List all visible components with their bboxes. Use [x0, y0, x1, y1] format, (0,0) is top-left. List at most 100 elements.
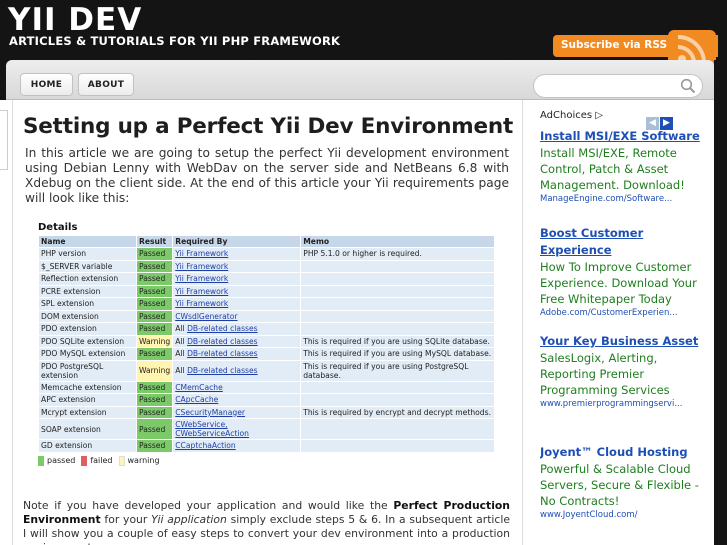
ad-url[interactable]: Adobe.com/CustomerExperien...	[540, 307, 712, 319]
cell-memo	[300, 297, 495, 311]
cell-required-by: Yii Framework	[172, 259, 302, 273]
site-tagline: ARTICLES & TUTORIALS FOR YII PHP FRAMEWO…	[9, 34, 341, 48]
ad-url[interactable]: www.premierprogrammingservi...	[540, 398, 712, 410]
rss-label: Subscribe via RSS	[561, 39, 668, 51]
cell-required-by: All DB-related classes	[172, 359, 302, 382]
legend-swatch-passed	[38, 455, 44, 466]
legend-label-failed: failed	[90, 456, 113, 465]
required-by-link[interactable]: CWebService, CWebServiceAction	[175, 420, 249, 438]
cell-required-by: CWebService, CWebServiceAction	[172, 418, 302, 440]
cell-result: Passed	[135, 272, 174, 286]
column-header-name: Name	[38, 235, 137, 248]
cell-required-by: All DB-related classes	[172, 347, 302, 361]
table-row: PDO PostgreSQL extension Warning All DB-re…	[38, 359, 495, 382]
cell-memo	[300, 259, 495, 273]
ad-title[interactable]: Your Key Business Asset	[540, 333, 712, 350]
ad-item[interactable]: Boost Customer Experience How To Improve…	[540, 225, 712, 331]
cell-result: Passed	[135, 418, 174, 440]
cell-name: SPL extension	[38, 297, 137, 311]
cell-result: Passed	[135, 259, 174, 273]
required-by-link[interactable]: DB-related classes	[187, 337, 258, 346]
requirements-table-body: PHP version Passed Yii Framework PHP 5.1.0 …	[38, 247, 495, 453]
cell-memo	[300, 272, 495, 286]
cell-name: PCRE extension	[38, 284, 137, 298]
required-by-link[interactable]: Yii Framework	[175, 249, 228, 258]
right-edge-strip	[714, 60, 727, 545]
required-by-link[interactable]: CMemCache	[175, 383, 223, 392]
cell-result: Passed	[135, 439, 174, 453]
required-by-link[interactable]: Yii Framework	[175, 274, 228, 283]
table-row: APC extension Passed CApcCache	[38, 393, 495, 407]
cell-memo	[300, 380, 495, 394]
required-by-link[interactable]: CApcCache	[175, 395, 218, 404]
required-by-link[interactable]: DB-related classes	[187, 349, 258, 358]
cell-required-by: All DB-related classes	[172, 322, 302, 336]
search-input[interactable]	[544, 77, 674, 97]
required-by-link[interactable]: CWsdlGenerator	[175, 312, 237, 321]
ad-nav: ◀ ▶	[646, 110, 674, 130]
article-title[interactable]: Setting up a Perfect Yii Dev Environment	[23, 114, 513, 139]
left-edge-strip	[0, 100, 12, 545]
adchoices-link[interactable]: AdChoices ▷	[540, 110, 603, 121]
ad-text: Powerful & Scalable Cloud Servers, Secur…	[540, 462, 699, 508]
cell-memo	[300, 393, 495, 407]
cell-required-by: CWsdlGenerator	[172, 309, 302, 323]
required-by-link[interactable]: Yii Framework	[175, 299, 228, 308]
cell-required-by: Yii Framework	[172, 272, 302, 286]
required-by-link[interactable]: Yii Framework	[175, 262, 228, 271]
cell-name: Reflection extension	[38, 272, 137, 286]
requirements-heading: Details	[38, 222, 78, 233]
column-header-result: Result	[135, 235, 174, 248]
table-row: PDO SQLite extension Warning All DB-relate…	[38, 334, 495, 348]
table-row: Reflection extension Passed Yii Framework	[38, 272, 495, 286]
required-by-link[interactable]: CSecurityManager	[175, 408, 245, 417]
cell-name: PDO PostgreSQL extension	[38, 359, 137, 382]
cell-result: Passed	[135, 297, 174, 311]
cell-memo	[300, 309, 495, 323]
required-by-link[interactable]: Yii Framework	[175, 287, 228, 296]
cell-memo: This is required if you are using Postgr…	[300, 359, 495, 382]
table-row: Memcache extension Passed CMemCache	[38, 380, 495, 394]
ad-url[interactable]: ManageEngine.com/Software...	[540, 193, 712, 205]
required-by-link[interactable]: DB-related classes	[187, 366, 258, 375]
outro-text-2: for your	[100, 513, 152, 526]
cell-result: Passed	[135, 322, 174, 336]
search-box	[533, 74, 703, 98]
required-by-link[interactable]: CCaptchaAction	[175, 441, 235, 450]
article-outro: Note if you have developed your applicat…	[23, 499, 510, 545]
table-row: SOAP extension Passed CWebService, CWebSer…	[38, 418, 495, 440]
required-by-link[interactable]: DB-related classes	[187, 324, 258, 333]
site-brand[interactable]: YII DEV	[8, 2, 142, 38]
cell-memo	[300, 439, 495, 453]
cell-result: Passed	[135, 284, 174, 298]
requirements-table: Name Result Required By Memo PHP version…	[38, 235, 495, 453]
ad-text: How To Improve Customer Experience. Down…	[540, 260, 697, 306]
nav-about-button[interactable]: ABOUT	[78, 73, 134, 96]
cell-result: Passed	[135, 405, 174, 419]
ad-url[interactable]: www.JoyentCloud.com/	[540, 509, 712, 521]
search-icon[interactable]	[680, 78, 696, 94]
adchoices-icon: ▷	[595, 110, 603, 121]
cell-result: Passed	[135, 347, 174, 361]
ad-item[interactable]: Joyent™ Cloud Hosting Powerful & Scalabl…	[540, 444, 712, 544]
legend-swatch-failed	[81, 455, 88, 466]
ad-title[interactable]: Joyent™ Cloud Hosting	[540, 444, 712, 461]
ad-title[interactable]: Install MSI/EXE Software	[540, 128, 712, 145]
column-header-required-by: Required By	[172, 235, 302, 248]
adchoices-label: AdChoices	[540, 110, 593, 121]
nav-home-button[interactable]: HOME	[20, 73, 73, 96]
cell-name: Memcache extension	[38, 380, 137, 394]
ad-item[interactable]: Your Key Business Asset SalesLogix, Aler…	[540, 333, 712, 433]
table-row: SPL extension Passed Yii Framework	[38, 297, 495, 311]
article-intro: In this article we are going to setup th…	[25, 146, 509, 205]
cell-memo: This is required if you are using MySQL …	[300, 347, 495, 361]
outro-italic: Yii application	[151, 513, 227, 526]
sidebar: AdChoices ▷ ◀ ▶ Install MSI/EXE Software …	[522, 100, 714, 545]
cell-required-by: CApcCache	[172, 393, 302, 407]
cell-memo	[300, 284, 495, 298]
requirements-figure: Details Name Result Required By Memo PHP…	[38, 222, 498, 466]
cell-name: SOAP extension	[38, 418, 137, 440]
ad-item[interactable]: Install MSI/EXE Software Install MSI/EXE…	[540, 128, 712, 224]
cell-memo: This is required if you are using SQLite…	[300, 334, 495, 348]
ad-title[interactable]: Boost Customer Experience	[540, 225, 712, 259]
